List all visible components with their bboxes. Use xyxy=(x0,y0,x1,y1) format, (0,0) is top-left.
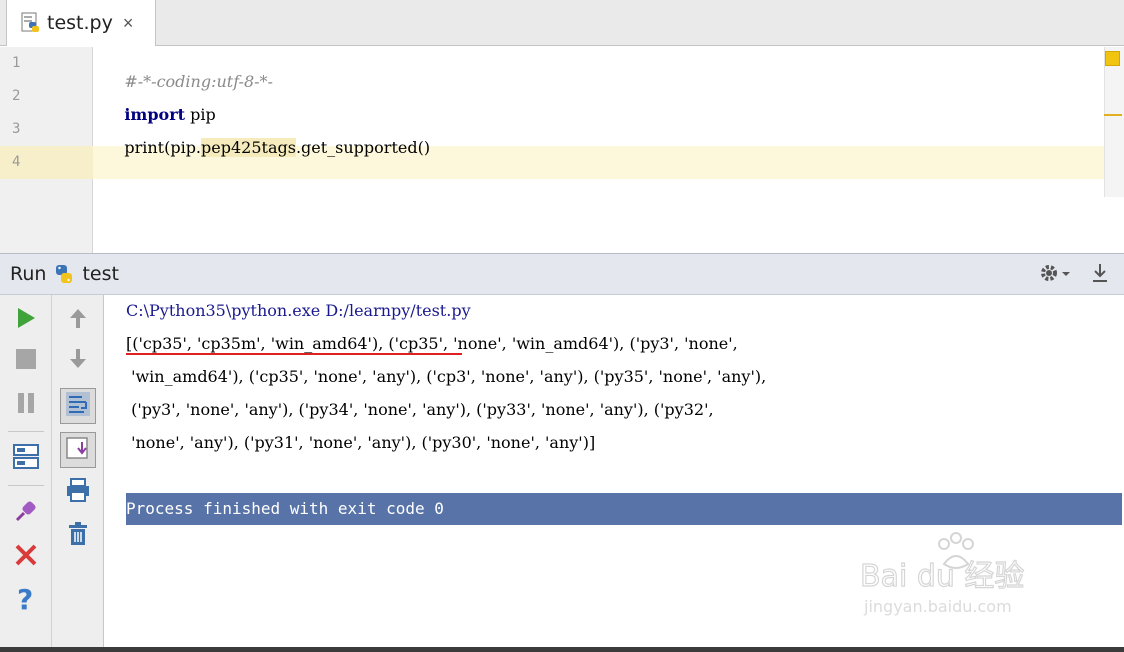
line-number: 4 xyxy=(12,154,21,170)
rerun-button[interactable] xyxy=(11,305,41,335)
warning-marker-icon[interactable] xyxy=(1105,51,1120,66)
close-icon xyxy=(14,543,38,572)
toolbar-separator xyxy=(8,485,44,486)
help-icon: ? xyxy=(14,583,38,617)
editor-error-stripe[interactable] xyxy=(1104,47,1124,197)
scroll-to-end-icon xyxy=(64,434,92,467)
console-output-line: 'win_amd64'), ('cp35', 'none', 'any'), (… xyxy=(126,367,767,386)
hide-panel-icon[interactable] xyxy=(1090,262,1110,289)
editor-tab-bar: test.py × xyxy=(0,0,1124,46)
pin-tab-button[interactable] xyxy=(11,498,41,528)
help-button[interactable]: ? xyxy=(11,583,41,617)
run-toolbar-primary: ? xyxy=(0,295,52,647)
soft-wrap-icon xyxy=(64,390,92,423)
run-title: Run xyxy=(10,263,47,285)
line-number: 1 xyxy=(12,55,21,71)
line-number: 3 xyxy=(12,121,21,137)
trash-icon xyxy=(66,521,90,552)
scroll-to-end-toggle[interactable] xyxy=(60,432,96,468)
watermark-url: jingyan.baidu.com xyxy=(863,597,1012,616)
code-editor[interactable]: 1 2 3 4 #-*-coding:utf-8-*- import pip p… xyxy=(0,47,1124,253)
restore-layout-button[interactable] xyxy=(11,443,41,473)
highlighted-identifier: pep425tags xyxy=(201,138,296,157)
red-underline-annotation xyxy=(126,353,462,355)
pause-button[interactable] xyxy=(11,390,41,420)
window-bottom-border xyxy=(0,647,1124,652)
soft-wrap-toggle[interactable] xyxy=(60,388,96,424)
stop-icon xyxy=(15,348,37,375)
console-output-line: ('py3', 'none', 'any'), ('py34', 'none',… xyxy=(126,400,714,419)
clear-all-button[interactable] xyxy=(63,521,93,551)
code-line-3: print(pip.pep425tags.get_supported() xyxy=(104,119,430,176)
close-tab-icon[interactable]: × xyxy=(123,13,134,34)
stop-button[interactable] xyxy=(11,346,41,376)
play-icon xyxy=(15,306,37,335)
warning-stripe-marker[interactable] xyxy=(1104,114,1122,116)
close-run-button[interactable] xyxy=(11,542,41,572)
toolbar-separator xyxy=(8,431,44,432)
pin-icon xyxy=(13,498,39,529)
console-command-line: C:\Python35\python.exe D:/learnpy/test.p… xyxy=(126,301,471,320)
watermark-brand: Bai du 经验 xyxy=(860,559,1024,594)
print-button[interactable] xyxy=(63,477,93,507)
arrow-up-icon xyxy=(67,306,89,335)
run-tool-window-header: Run test xyxy=(0,253,1124,295)
process-finished-line: Process finished with exit code 0 xyxy=(126,493,1122,525)
run-config-name: test xyxy=(82,263,119,285)
python-file-icon xyxy=(21,12,41,34)
console-output-line: 'none', 'any'), ('py31', 'none', 'any'),… xyxy=(126,433,596,452)
line-number: 2 xyxy=(12,88,21,104)
arrow-down-icon xyxy=(67,347,89,376)
up-stack-button[interactable] xyxy=(63,305,93,335)
printer-icon xyxy=(65,477,91,508)
run-toolbar-secondary xyxy=(52,295,104,647)
down-stack-button[interactable] xyxy=(63,346,93,376)
pause-icon xyxy=(15,392,37,419)
print-call-end: .get_supported() xyxy=(295,138,431,157)
tab-filename: test.py xyxy=(47,12,113,34)
python-icon xyxy=(54,264,74,284)
console-output-line: [('cp35', 'cp35m', 'win_amd64'), ('cp35'… xyxy=(126,334,738,353)
layout-icon xyxy=(13,443,39,474)
tab-test-py[interactable]: test.py × xyxy=(6,0,156,46)
svg-text:?: ? xyxy=(17,584,33,612)
print-call-start: print(pip. xyxy=(124,138,202,157)
baidu-jingyan-watermark: Bai du 经验 jingyan.baidu.com xyxy=(858,528,1068,624)
settings-gear-icon[interactable] xyxy=(1038,262,1072,289)
